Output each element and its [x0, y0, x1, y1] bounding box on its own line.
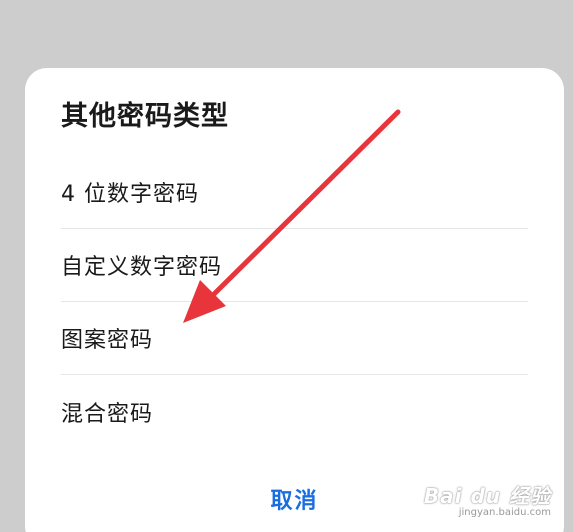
option-label: 混合密码	[61, 401, 154, 427]
option-label: 自定义数字密码	[61, 255, 223, 280]
watermark-logo: Bai du 经验	[423, 484, 551, 508]
option-label: 4 位数字密码	[61, 182, 199, 207]
baidu-jingyan-watermark: Bai du 经验 jingyan.baidu.com	[424, 480, 551, 518]
password-type-dialog: 其他密码类型 4 位数字密码 自定义数字密码 图案密码 混合密码 取消	[25, 68, 564, 532]
option-mixed-password[interactable]: 混合密码	[61, 375, 528, 448]
option-pattern[interactable]: 图案密码	[61, 302, 528, 375]
option-label: 图案密码	[61, 328, 154, 353]
option-4-digit-pin[interactable]: 4 位数字密码	[61, 156, 528, 229]
watermark-url: jingyan.baidu.com	[458, 507, 551, 518]
dialog-title: 其他密码类型	[61, 101, 229, 132]
screen-backdrop: 其他密码类型 4 位数字密码 自定义数字密码 图案密码 混合密码 取消 Bai …	[0, 0, 573, 532]
option-custom-numeric-pin[interactable]: 自定义数字密码	[61, 229, 528, 302]
